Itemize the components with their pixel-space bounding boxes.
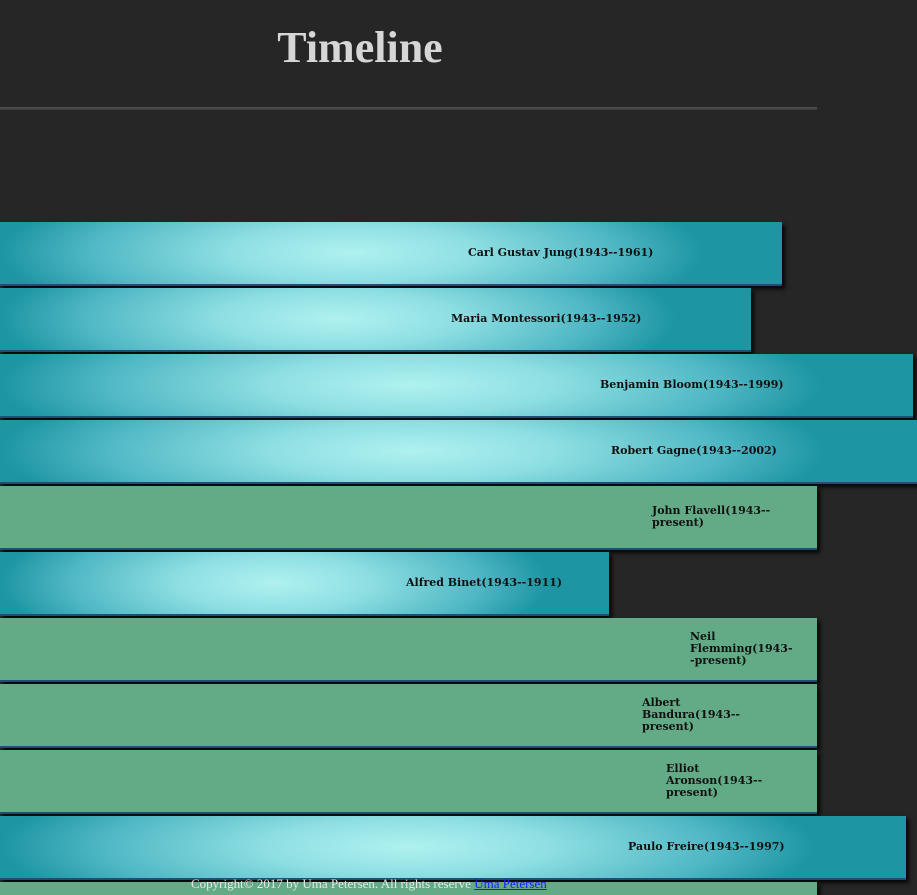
timeline-bar-elliot-aronson: Elliot Aronson(1943--present)	[0, 750, 817, 814]
copyright-text: Copyright© 2017 by Uma Petersen. All rig…	[191, 876, 471, 891]
timeline-bar-maria-montessori: Maria Montessori(1943--1952)	[0, 288, 751, 352]
timeline-bar-benjamin-bloom: Benjamin Bloom(1943--1999)	[0, 354, 913, 418]
author-link[interactable]: Uma Petersen	[474, 876, 547, 891]
timeline-bar-label: Benjamin Bloom(1943--1999)	[600, 378, 784, 391]
page-title: Timeline	[277, 23, 443, 72]
timeline-bar-label: Neil Flemming(1943--present)	[690, 630, 793, 667]
timeline-bar-albert-bandura: Albert Bandura(1943--present)	[0, 684, 817, 748]
footer: Copyright© 2017 by Uma Petersen. All rig…	[191, 876, 547, 892]
timeline-bar-label: Elliot Aronson(1943--present)	[666, 762, 763, 799]
timeline-bar-paulo-freire: Paulo Freire(1943--1997)	[0, 816, 906, 880]
timeline-bar-john-flavell: John Flavell(1943--present)	[0, 486, 817, 550]
timeline-bar-label: Paulo Freire(1943--1997)	[628, 840, 785, 853]
timeline-bar-neil-flemming: Neil Flemming(1943--present)	[0, 618, 817, 682]
timeline-bar-label: Maria Montessori(1943--1952)	[451, 312, 642, 325]
timeline-bar-carl-jung: Carl Gustav Jung(1943--1961)	[0, 222, 782, 286]
timeline-bar-alfred-binet: Alfred Binet(1943--1911)	[0, 552, 609, 616]
header-divider	[0, 107, 817, 110]
timeline-bar-label: Carl Gustav Jung(1943--1961)	[468, 246, 654, 259]
timeline-bar-robert-gagne: Robert Gagne(1943--2002)	[0, 420, 917, 484]
timeline-bar-label: John Flavell(1943--present)	[652, 504, 771, 529]
timeline-bar-label: Robert Gagne(1943--2002)	[611, 444, 777, 457]
timeline-page: Timeline Carl Gustav Jung(1943--1961) Ma…	[0, 0, 917, 895]
timeline-bar-label: Alfred Binet(1943--1911)	[406, 576, 563, 589]
timeline-bar-label: Albert Bandura(1943--present)	[642, 696, 740, 733]
